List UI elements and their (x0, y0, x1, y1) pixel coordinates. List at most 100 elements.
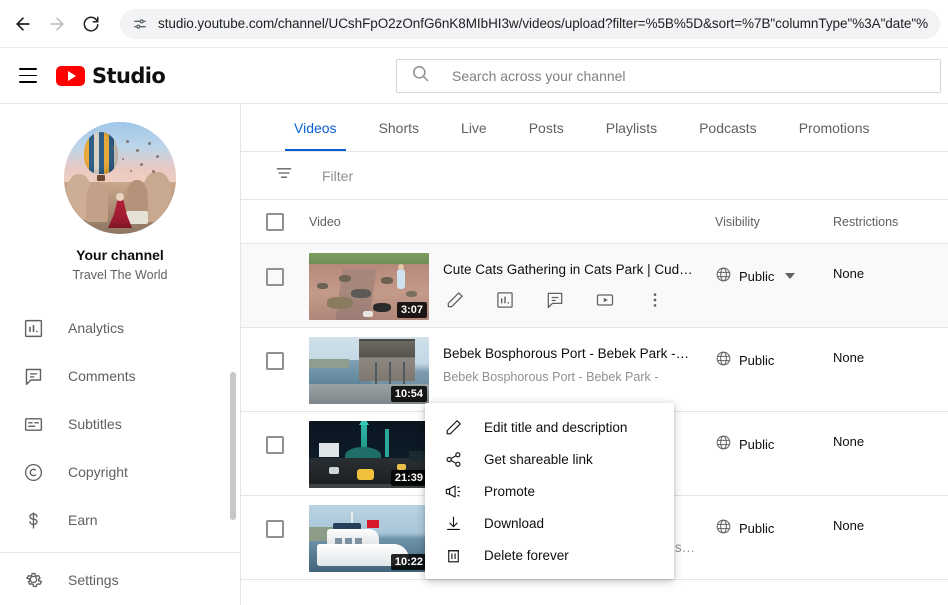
bebek-port-thumbnail[interactable]: 10:54 (309, 337, 429, 404)
menu-item-edit-title-and-description[interactable]: Edit title and description (425, 411, 674, 443)
comments-icon (21, 364, 45, 388)
globe-icon (715, 266, 732, 286)
row-select-cell (241, 244, 309, 286)
channel-search-box[interactable] (396, 59, 941, 93)
reload-icon (82, 15, 100, 33)
cats-park-thumbnail[interactable]: 3:07 (309, 253, 429, 320)
filter-icon[interactable] (274, 163, 294, 188)
sidebar-scroll-area: Your channel Travel The World Analytics … (0, 104, 240, 552)
site-settings-icon[interactable] (132, 16, 148, 32)
video-meta: Bebek Bosphorous Port - Bebek Park -… Be… (429, 328, 715, 384)
row-select-cell (241, 412, 309, 454)
menu-item-label: Promote (484, 483, 536, 499)
tab-label: Videos (294, 120, 337, 136)
menu-item-label: Download (484, 515, 545, 531)
subtitles-icon (21, 412, 45, 436)
channel-avatar[interactable] (64, 122, 176, 234)
column-header-video: Video (309, 214, 341, 229)
istanbul-night-thumbnail[interactable]: 21:39 (309, 421, 429, 488)
sidebar-item-label: Analytics (68, 320, 125, 336)
video-duration: 21:39 (390, 469, 427, 486)
menu-item-promote[interactable]: Promote (425, 475, 674, 507)
table-row[interactable]: 10:54 Bebek Bosphorous Port - Bebek Park… (241, 328, 948, 412)
visibility-value: Public (739, 436, 775, 452)
search-input[interactable] (452, 68, 926, 84)
sidebar-item-settings[interactable]: Settings (0, 553, 240, 605)
menu-item-get-shareable-link[interactable]: Get shareable link (425, 443, 674, 475)
column-header-visibility: Visibility (715, 214, 760, 229)
studio-logo-text: Studio (92, 63, 166, 88)
row-checkbox[interactable] (266, 520, 284, 538)
sidebar: Your channel Travel The World Analytics … (0, 104, 241, 605)
video-title[interactable]: Bebek Bosphorous Port - Bebek Park -… (443, 346, 715, 361)
channel-block[interactable]: Your channel Travel The World (0, 104, 240, 282)
more-vertical-icon[interactable] (643, 288, 667, 312)
tab-label: Shorts (378, 120, 420, 136)
visibility-cell[interactable]: Public (715, 412, 833, 454)
menu-item-download[interactable]: Download (425, 507, 674, 539)
forward-button[interactable] (42, 9, 72, 39)
visibility-cell[interactable]: Public (715, 328, 833, 370)
studio-header: Studio (0, 48, 948, 104)
reload-button[interactable] (76, 9, 106, 39)
sidebar-item-analytics[interactable]: Analytics (0, 304, 240, 352)
comments-bubble-icon[interactable] (543, 288, 567, 312)
restrictions-cell: None (833, 266, 865, 281)
video-title[interactable]: Cute Cats Gathering in Cats Park | Cud… (443, 262, 715, 277)
restrictions-cell: None (833, 350, 865, 365)
dollar-icon (21, 508, 45, 532)
video-player-icon[interactable] (593, 288, 617, 312)
arrow-right-icon (47, 14, 67, 34)
column-header-restrictions: Restrictions (833, 214, 899, 229)
browser-toolbar: studio.youtube.com/channel/UCshFpO2zOnfG… (0, 0, 948, 48)
tab-promotions[interactable]: Promotions (778, 105, 891, 151)
analytics-bar-icon[interactable] (493, 288, 517, 312)
studio-logo[interactable]: Studio (56, 63, 166, 88)
tab-podcasts[interactable]: Podcasts (678, 105, 778, 151)
fishing-boat-thumbnail[interactable]: 10:22 (309, 505, 429, 572)
sidebar-item-comments[interactable]: Comments (0, 352, 240, 400)
gear-icon (21, 568, 45, 592)
table-header-row: Video Visibility Restrictions (241, 200, 948, 244)
channel-name: Travel The World (72, 268, 168, 282)
restrictions-cell: None (833, 518, 865, 533)
tab-label: Playlists (605, 120, 658, 136)
visibility-cell[interactable]: Public (715, 496, 833, 538)
edit-pencil-icon[interactable] (443, 288, 467, 312)
row-checkbox[interactable] (266, 352, 284, 370)
content-tabs: Videos Shorts Live Posts Playlists Podca… (241, 104, 948, 152)
filter-bar: Filter (241, 152, 948, 200)
video-options-context-menu: Edit title and description Get shareable… (425, 403, 674, 579)
table-row[interactable]: 3:07 Cute Cats Gathering in Cats Park | … (241, 244, 948, 328)
search-icon (411, 64, 430, 88)
address-bar[interactable]: studio.youtube.com/channel/UCshFpO2zOnfG… (120, 8, 940, 39)
select-all-cell (241, 212, 309, 231)
chevron-down-icon[interactable] (785, 273, 796, 279)
visibility-value: Public (739, 268, 775, 284)
globe-icon (715, 518, 732, 538)
row-checkbox[interactable] (266, 268, 284, 286)
sidebar-item-subtitles[interactable]: Subtitles (0, 400, 240, 448)
select-all-checkbox[interactable] (266, 212, 284, 231)
visibility-cell[interactable]: Public (715, 244, 833, 286)
hamburger-menu-icon[interactable] (8, 56, 48, 96)
sidebar-scrollbar[interactable] (230, 372, 236, 520)
sidebar-item-earn[interactable]: Earn (0, 496, 240, 544)
sidebar-item-copyright[interactable]: Copyright (0, 448, 240, 496)
tab-videos[interactable]: Videos (273, 105, 358, 151)
visibility-value: Public (739, 352, 775, 368)
tab-posts[interactable]: Posts (508, 105, 585, 151)
menu-item-delete-forever[interactable]: Delete forever (425, 539, 674, 571)
filter-placeholder[interactable]: Filter (322, 168, 353, 184)
tab-playlists[interactable]: Playlists (585, 105, 678, 151)
sidebar-item-label: Subtitles (68, 416, 122, 432)
tab-label: Promotions (798, 120, 870, 136)
sidebar-item-customization[interactable]: Customization (0, 544, 240, 552)
trash-icon (443, 545, 463, 565)
menu-item-label: Delete forever (484, 547, 569, 563)
tab-shorts[interactable]: Shorts (358, 105, 440, 151)
back-button[interactable] (8, 9, 38, 39)
tab-live[interactable]: Live (440, 105, 508, 151)
menu-item-label: Get shareable link (484, 451, 593, 467)
row-checkbox[interactable] (266, 436, 284, 454)
